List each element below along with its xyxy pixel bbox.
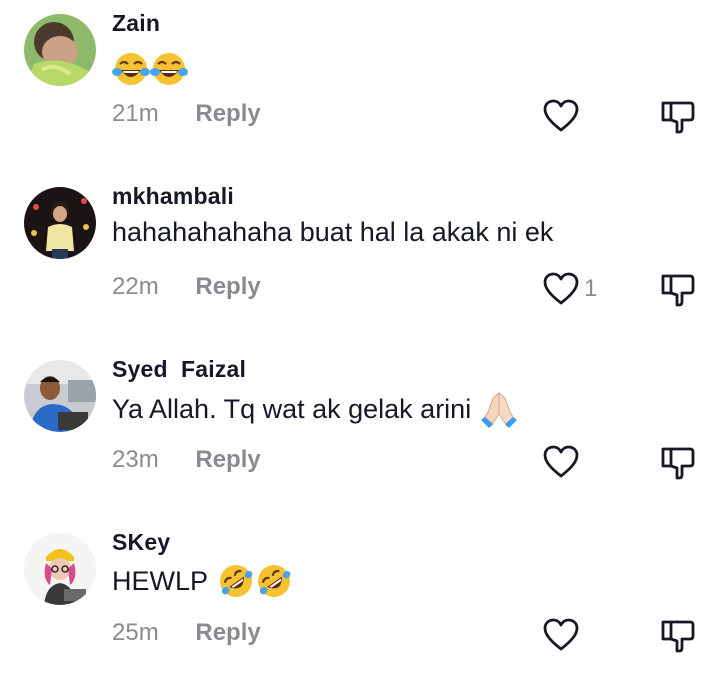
- avatar[interactable]: [24, 533, 96, 605]
- comment-item: SKey HEWLP 25m Reply: [0, 519, 720, 683]
- comment-text: [112, 52, 188, 86]
- comment-item: Syed Faizal Ya Allah. Tq wat ak gelak ar…: [0, 346, 720, 519]
- reply-button[interactable]: Reply: [195, 273, 260, 301]
- thumbs-down-outline-icon: [661, 101, 695, 134]
- like-count: 1: [584, 275, 598, 302]
- comment-timestamp: 23m: [112, 446, 159, 473]
- heart-outline-icon: [543, 618, 579, 651]
- heart-outline-icon: [543, 445, 579, 478]
- comment-list: Zain 21m Reply mkhambali hahahahahaha bu…: [0, 0, 720, 683]
- heart-outline-icon: [543, 272, 579, 305]
- dislike-button[interactable]: [660, 99, 696, 135]
- comment-timestamp: 25m: [112, 619, 159, 646]
- rolling-on-floor-laughing-emoji: [256, 563, 292, 599]
- thumbs-down-outline-icon: [661, 447, 695, 480]
- comment-meta: 21m Reply: [112, 100, 261, 128]
- avatar[interactable]: [24, 360, 96, 432]
- dislike-button[interactable]: [660, 618, 696, 654]
- dislike-button[interactable]: [660, 272, 696, 308]
- comment-meta: 25m Reply: [112, 619, 261, 647]
- avatar[interactable]: [24, 187, 96, 259]
- comment-item: mkhambali hahahahahaha buat hal la akak …: [0, 173, 720, 346]
- rolling-on-floor-laughing-emoji: [218, 563, 254, 599]
- comment-timestamp: 21m: [112, 100, 159, 127]
- heart-outline-icon: [543, 99, 579, 132]
- like-button[interactable]: [542, 617, 584, 653]
- comment-username[interactable]: mkhambali: [112, 183, 234, 210]
- comment-meta: 22m Reply: [112, 273, 261, 301]
- comment-username[interactable]: Zain: [112, 10, 160, 37]
- comment-username[interactable]: Syed Faizal: [112, 356, 246, 383]
- tears-of-joy-emoji: [150, 52, 188, 86]
- reply-button[interactable]: Reply: [195, 100, 260, 128]
- like-button[interactable]: [542, 98, 584, 134]
- comment-text: hahahahahaha buat hal la akak ni ek: [112, 217, 554, 247]
- reply-button[interactable]: Reply: [195, 446, 260, 474]
- thumbs-down-outline-icon: [661, 620, 695, 653]
- folded-hands-emoji: [479, 390, 519, 428]
- comment-username[interactable]: SKey: [112, 529, 170, 556]
- comment-meta: 23m Reply: [112, 446, 261, 474]
- comment-timestamp: 22m: [112, 273, 159, 300]
- comment-item: Zain 21m Reply: [0, 0, 720, 173]
- comment-text: Ya Allah. Tq wat ak gelak arini: [112, 390, 519, 428]
- like-button[interactable]: [542, 444, 584, 480]
- tears-of-joy-emoji: [112, 52, 150, 86]
- thumbs-down-outline-icon: [661, 274, 695, 307]
- avatar[interactable]: [24, 14, 96, 86]
- like-button[interactable]: 1: [542, 271, 597, 307]
- comment-text: HEWLP: [112, 563, 292, 599]
- reply-button[interactable]: Reply: [195, 619, 260, 647]
- dislike-button[interactable]: [660, 445, 696, 481]
